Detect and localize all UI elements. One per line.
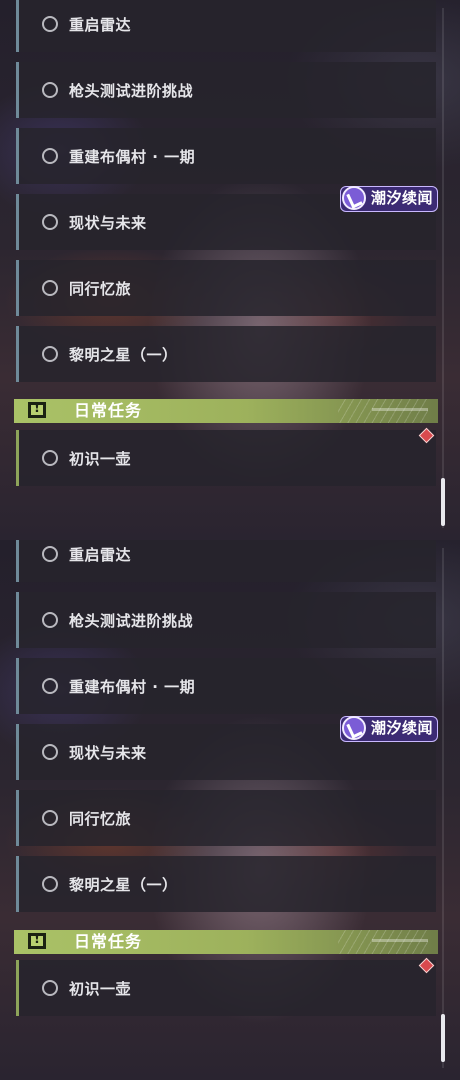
daily-section-header: 日常任务 bbox=[14, 930, 438, 954]
quest-item[interactable]: 同行忆旅 bbox=[16, 790, 436, 846]
quest-item[interactable]: 重建布偶村 · 一期 bbox=[16, 658, 436, 714]
radio-circle-icon[interactable] bbox=[42, 280, 58, 296]
radio-circle-icon[interactable] bbox=[42, 678, 58, 694]
quest-title: 现状与未来 bbox=[69, 743, 147, 762]
quest-title: 枪头测试进阶挑战 bbox=[69, 611, 194, 630]
quest-title: 枪头测试进阶挑战 bbox=[69, 81, 194, 100]
daily-section-header: 日常任务 bbox=[14, 399, 438, 423]
quest-title: 重建布偶村 · 一期 bbox=[69, 147, 196, 166]
quest-item[interactable]: 黎明之星（一） bbox=[16, 326, 436, 382]
quest-item[interactable]: 重启雷达 bbox=[16, 0, 436, 52]
quest-item[interactable]: 重建布偶村 · 一期 bbox=[16, 128, 436, 184]
radio-circle-icon[interactable] bbox=[42, 546, 58, 562]
quest-item[interactable]: 黎明之星（一） bbox=[16, 856, 436, 912]
quest-list-panel: 重启雷达 枪头测试进阶挑战 重建布偶村 · 一期 现状与未来 同行忆旅 黎明之星… bbox=[0, 540, 460, 1080]
section-title: 日常任务 bbox=[74, 932, 143, 951]
quest-title: 重启雷达 bbox=[69, 15, 132, 34]
quest-title: 同行忆旅 bbox=[69, 279, 132, 298]
event-badge[interactable]: 潮汐续闻 bbox=[340, 186, 438, 212]
daily-quest-item[interactable]: 初识一壶 bbox=[16, 430, 436, 486]
event-badge[interactable]: 潮汐续闻 bbox=[340, 716, 438, 742]
tide-logo-icon bbox=[342, 716, 366, 740]
quest-title: 黎明之星（一） bbox=[69, 345, 178, 364]
radio-circle-icon[interactable] bbox=[42, 744, 58, 760]
scrollbar-track[interactable] bbox=[442, 8, 444, 528]
header-decoration bbox=[338, 399, 428, 423]
quest-title: 黎明之星（一） bbox=[69, 875, 178, 894]
badge-label: 潮汐续闻 bbox=[371, 719, 434, 737]
radio-circle-icon[interactable] bbox=[42, 980, 58, 996]
quest-title: 同行忆旅 bbox=[69, 809, 132, 828]
quest-title: 重建布偶村 · 一期 bbox=[69, 677, 196, 696]
radio-circle-icon[interactable] bbox=[42, 876, 58, 892]
radio-circle-icon[interactable] bbox=[42, 214, 58, 230]
section-title: 日常任务 bbox=[74, 401, 143, 420]
radio-circle-icon[interactable] bbox=[42, 810, 58, 826]
quest-list-panel: 重启雷达 枪头测试进阶挑战 重建布偶村 · 一期 现状与未来 同行忆旅 黎明之星… bbox=[0, 0, 460, 540]
scrollbar-track[interactable] bbox=[442, 548, 444, 1068]
alert-icon bbox=[28, 401, 46, 418]
radio-circle-icon[interactable] bbox=[42, 148, 58, 164]
header-decoration bbox=[338, 930, 428, 954]
quest-item[interactable]: 重启雷达 bbox=[16, 540, 436, 582]
quest-item[interactable]: 枪头测试进阶挑战 bbox=[16, 62, 436, 118]
alert-icon bbox=[28, 932, 46, 949]
radio-circle-icon[interactable] bbox=[42, 16, 58, 32]
radio-circle-icon[interactable] bbox=[42, 612, 58, 628]
radio-circle-icon[interactable] bbox=[42, 450, 58, 466]
daily-quest-item[interactable]: 初识一壶 bbox=[16, 960, 436, 1016]
tide-logo-icon bbox=[342, 186, 366, 210]
radio-circle-icon[interactable] bbox=[42, 346, 58, 362]
quest-title: 初识一壶 bbox=[69, 979, 132, 998]
quest-title: 重启雷达 bbox=[69, 545, 132, 564]
badge-label: 潮汐续闻 bbox=[371, 189, 434, 207]
quest-item[interactable]: 同行忆旅 bbox=[16, 260, 436, 316]
quest-title: 现状与未来 bbox=[69, 213, 147, 232]
scrollbar-thumb[interactable] bbox=[441, 1014, 445, 1062]
scrollbar-thumb[interactable] bbox=[441, 478, 445, 526]
quest-title: 初识一壶 bbox=[69, 449, 132, 468]
radio-circle-icon[interactable] bbox=[42, 82, 58, 98]
quest-item[interactable]: 枪头测试进阶挑战 bbox=[16, 592, 436, 648]
